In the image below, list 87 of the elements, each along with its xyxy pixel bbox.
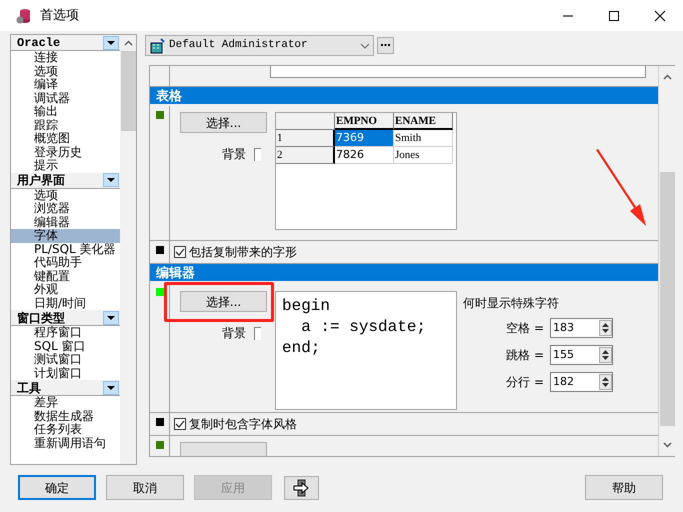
section-header: 表格 bbox=[150, 87, 658, 106]
code-preview: begin a := sysdate; end; bbox=[275, 291, 457, 410]
number-spinner[interactable]: 155 bbox=[550, 345, 613, 365]
grid-cell: Smith bbox=[394, 130, 453, 147]
choose-button[interactable]: 选择... bbox=[180, 291, 267, 312]
field-label: 分行 = bbox=[506, 374, 544, 391]
group-header[interactable]: 窗口类型 bbox=[11, 310, 120, 326]
category-item[interactable]: 外观 bbox=[11, 283, 120, 296]
row-header: 1 bbox=[276, 130, 335, 147]
group-header[interactable]: Oracle bbox=[11, 35, 120, 51]
category-item[interactable]: 选项 bbox=[11, 64, 120, 78]
category-item[interactable]: SQL 窗口 bbox=[11, 340, 120, 353]
field-label: 跳格 = bbox=[506, 347, 544, 364]
category-item[interactable]: 选项 bbox=[11, 188, 120, 202]
dialog-button[interactable]: 取消 bbox=[106, 475, 184, 500]
category-item[interactable]: 测试窗口 bbox=[11, 353, 120, 366]
number-spinner[interactable]: 183 bbox=[550, 318, 613, 338]
document-arrow-icon bbox=[292, 478, 310, 496]
color-swatch[interactable] bbox=[254, 148, 261, 160]
chevron-down-icon[interactable] bbox=[662, 442, 672, 448]
profile-dropdown[interactable]: Default Administrator bbox=[145, 35, 374, 56]
section-header: 编辑器 bbox=[150, 264, 658, 283]
app-icon bbox=[16, 8, 32, 24]
chevron-up-icon[interactable] bbox=[662, 74, 672, 80]
checkbox[interactable] bbox=[174, 418, 186, 430]
scrollbar-thumb[interactable] bbox=[120, 51, 136, 131]
close-icon[interactable] bbox=[654, 10, 666, 22]
category-item[interactable]: 代码助手 bbox=[11, 256, 120, 270]
caret-icon[interactable] bbox=[103, 380, 119, 394]
category-item[interactable]: 差异 bbox=[11, 396, 120, 410]
group-header[interactable]: 工具 bbox=[11, 380, 120, 396]
category-item[interactable]: 数据生成器 bbox=[11, 410, 120, 423]
category-item[interactable]: 编译 bbox=[11, 78, 120, 92]
field-label: 空格 = bbox=[506, 320, 544, 337]
category-item[interactable]: 浏览器 bbox=[11, 202, 120, 216]
group-header[interactable]: 用户界面 bbox=[11, 172, 120, 188]
maximize-icon[interactable] bbox=[608, 10, 620, 22]
window-title: 首选项 bbox=[40, 6, 79, 25]
choose-button[interactable]: 选择... bbox=[180, 112, 267, 133]
row-header: 2 bbox=[276, 147, 335, 164]
category-item[interactable]: 编辑器 bbox=[11, 216, 120, 229]
grid-cell: Jones bbox=[394, 147, 453, 164]
number-spinner[interactable]: 182 bbox=[550, 372, 613, 392]
caret-icon[interactable] bbox=[103, 36, 119, 50]
scrollbar-thumb[interactable] bbox=[660, 172, 674, 426]
chevron-down-icon bbox=[360, 42, 370, 48]
spinner-arrows-icon[interactable] bbox=[599, 320, 612, 336]
import-button[interactable] bbox=[284, 476, 319, 500]
dialog-button[interactable]: 确定 bbox=[18, 475, 96, 500]
grid-cell: 7826 bbox=[335, 147, 394, 164]
category-item[interactable]: 登录历史 bbox=[11, 146, 120, 159]
category-item[interactable]: 调试器 bbox=[11, 92, 120, 105]
checkbox-label: 复制时包含字体风格 bbox=[189, 416, 297, 433]
category-item[interactable]: 输出 bbox=[11, 105, 120, 118]
category-item[interactable]: 任务列表 bbox=[11, 423, 120, 436]
caret-icon[interactable] bbox=[103, 310, 119, 324]
dialog-button[interactable]: 帮助 bbox=[585, 475, 663, 500]
category-item[interactable]: 程序窗口 bbox=[11, 326, 120, 340]
background-label: 背景 bbox=[222, 325, 246, 342]
category-item[interactable]: 提示 bbox=[11, 159, 120, 172]
category-item[interactable]: 计划窗口 bbox=[11, 366, 120, 380]
color-swatch[interactable] bbox=[254, 326, 261, 340]
special-chars-label: 何时显示特殊字符 bbox=[463, 295, 560, 312]
caret-icon[interactable] bbox=[103, 173, 119, 187]
category-item[interactable]: 字体 bbox=[11, 229, 120, 242]
category-item[interactable]: 连接 bbox=[11, 51, 120, 64]
scrollbar[interactable] bbox=[120, 35, 136, 464]
chevron-up-icon[interactable] bbox=[124, 40, 132, 46]
scrollbar[interactable] bbox=[658, 66, 675, 456]
category-item[interactable]: PL/SQL 美化器 bbox=[11, 242, 120, 256]
corner-header bbox=[276, 113, 335, 130]
grid-cell: 7369 bbox=[335, 130, 394, 147]
category-item[interactable]: 重新调用语句 bbox=[11, 436, 120, 450]
background-label: 背景 bbox=[222, 146, 246, 163]
checkbox[interactable] bbox=[174, 246, 186, 258]
more-button[interactable] bbox=[377, 37, 394, 54]
building-icon bbox=[149, 38, 165, 54]
spinner-arrows-icon[interactable] bbox=[599, 374, 612, 390]
checkbox-label: 包括复制带来的字形 bbox=[189, 244, 297, 261]
column-header: EMPNO bbox=[335, 113, 394, 130]
category-item[interactable]: 日期/时间 bbox=[11, 296, 120, 310]
ellipsis-icon bbox=[381, 44, 390, 47]
spinner-arrows-icon[interactable] bbox=[599, 347, 612, 363]
category-item[interactable]: 跟踪 bbox=[11, 118, 120, 132]
category-item[interactable]: 概览图 bbox=[11, 132, 120, 146]
category-item[interactable]: 键配置 bbox=[11, 270, 120, 283]
column-header: ENAME bbox=[394, 113, 453, 130]
